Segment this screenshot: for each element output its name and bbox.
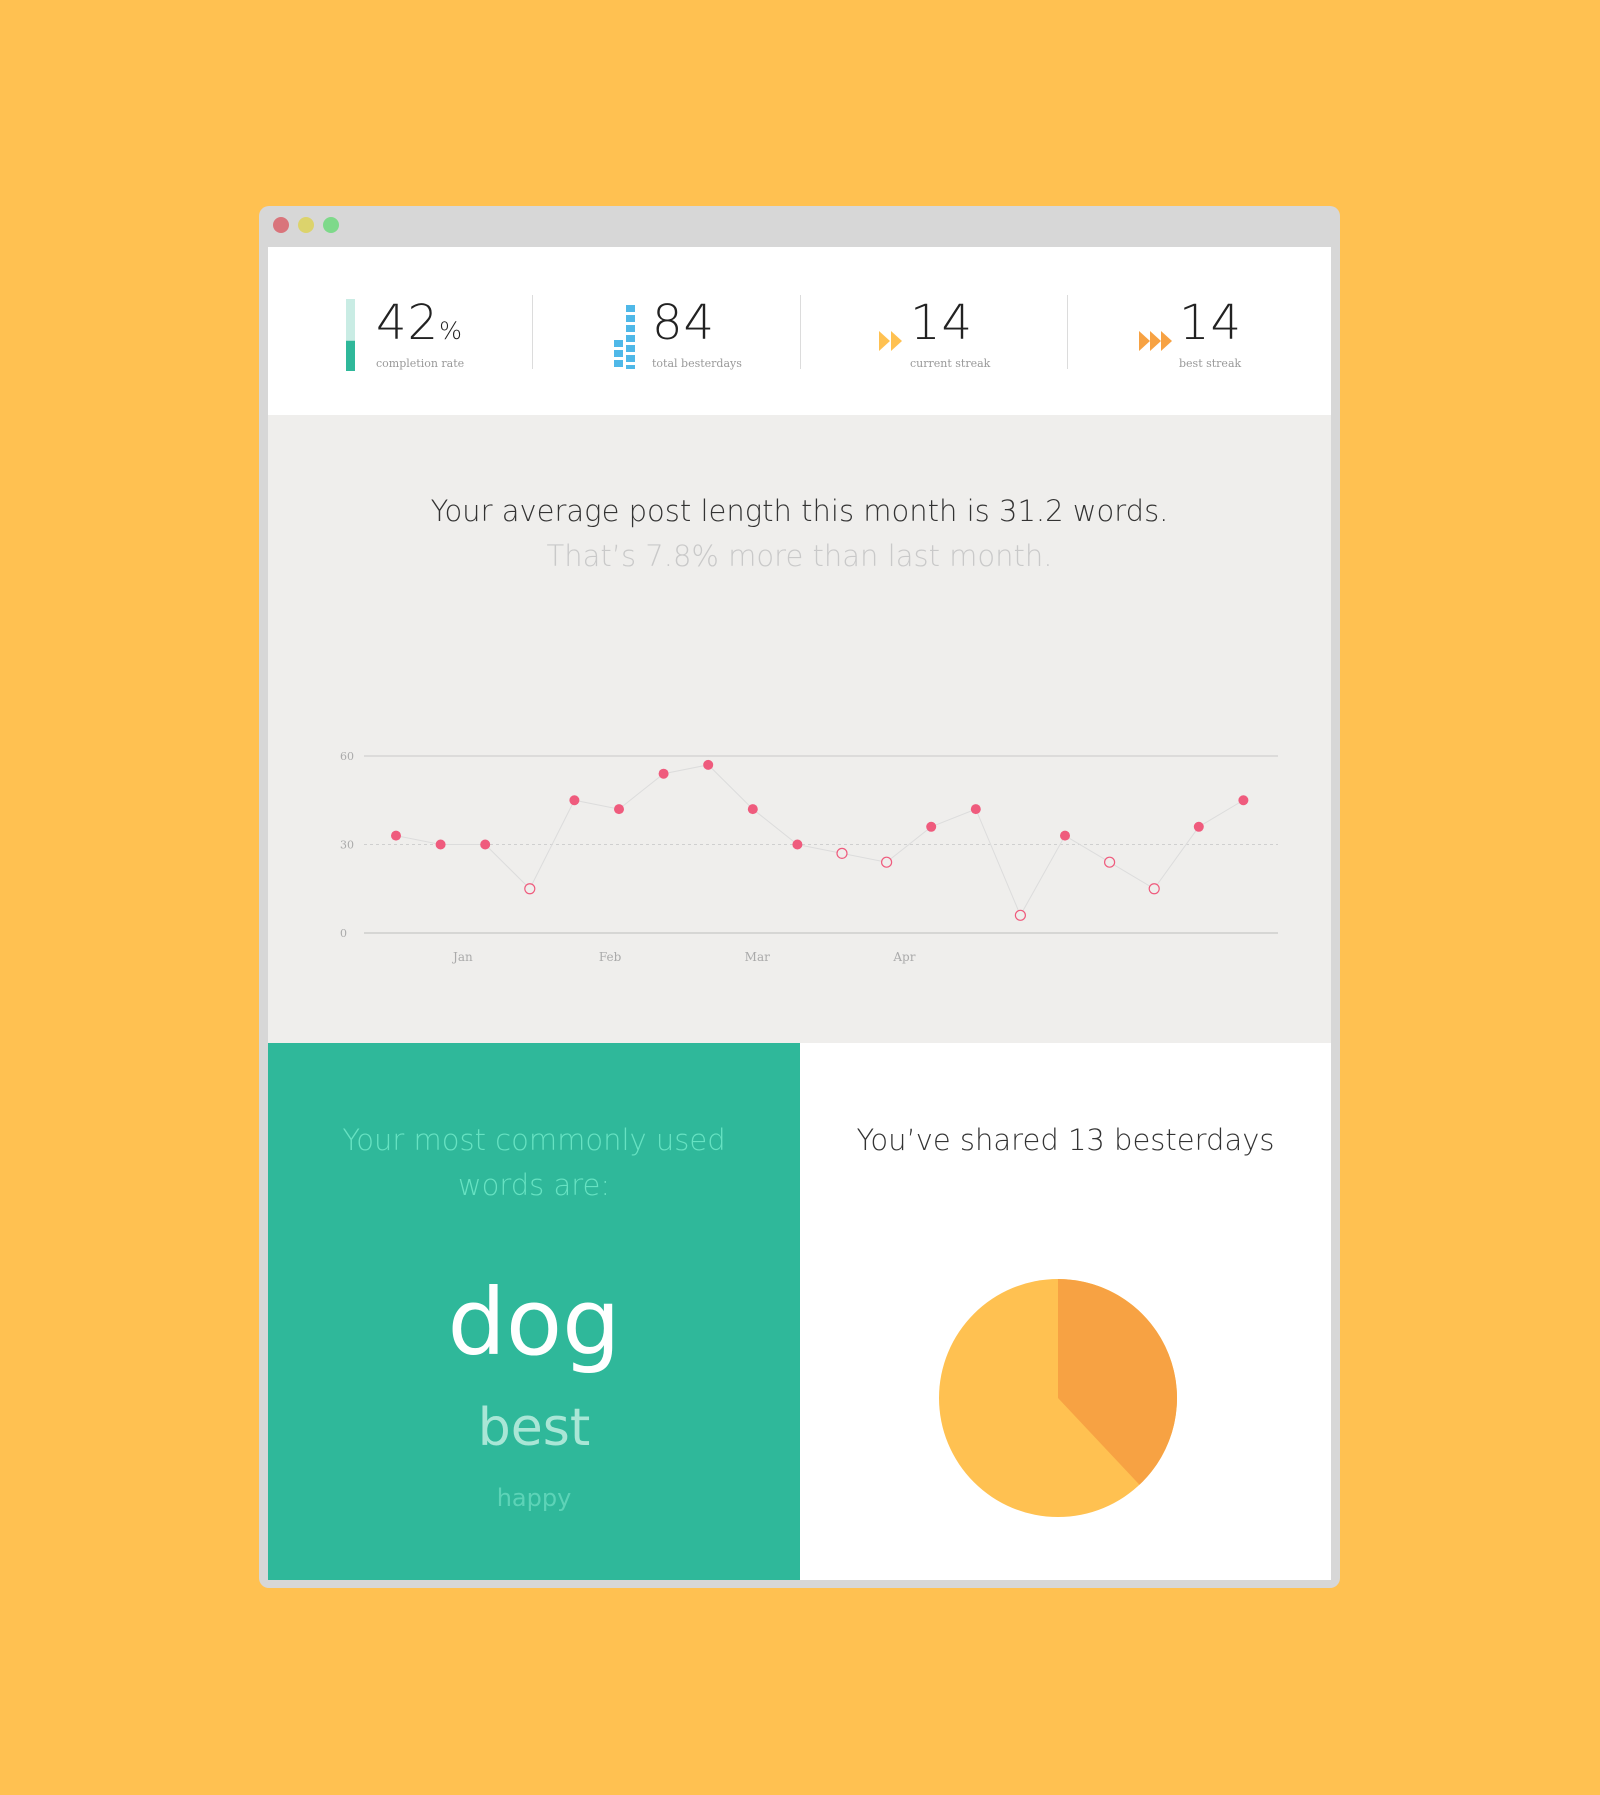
current-streak-value: 14 bbox=[910, 295, 974, 351]
best-streak-label: best streak bbox=[1179, 357, 1242, 370]
stacked-bars-icon bbox=[614, 305, 635, 369]
browser-window: 42% completion rate 84 total besterdays … bbox=[259, 206, 1340, 1588]
stat-divider bbox=[800, 295, 801, 369]
y-tick-label: 60 bbox=[340, 750, 354, 763]
percent-sign: % bbox=[439, 317, 463, 345]
data-point bbox=[658, 768, 669, 779]
data-point bbox=[569, 795, 580, 806]
data-point bbox=[970, 804, 981, 815]
stats-bar: 42% completion rate 84 total besterdays … bbox=[268, 247, 1331, 415]
series-line bbox=[395, 764, 1244, 917]
data-point-hollow bbox=[1148, 883, 1160, 895]
post-length-chart: 0 30 60 Jan Feb Mar Apr bbox=[340, 750, 1278, 964]
shared-pie-chart bbox=[939, 1279, 1177, 1517]
triple-forward-icon bbox=[1139, 331, 1172, 351]
data-point bbox=[792, 839, 803, 850]
total-value: 84 bbox=[652, 295, 716, 351]
top-word-3: happy bbox=[496, 1484, 572, 1512]
total-label: total besterdays bbox=[652, 357, 742, 370]
stat-divider bbox=[1067, 295, 1068, 369]
fast-forward-icon bbox=[879, 331, 902, 351]
data-point bbox=[435, 839, 446, 850]
data-point bbox=[926, 821, 937, 832]
maximize-window-button[interactable] bbox=[323, 217, 339, 233]
x-tick-label: Apr bbox=[892, 950, 915, 964]
data-point bbox=[614, 804, 624, 815]
y-tick-label: 0 bbox=[340, 927, 347, 940]
common-words-title: Your most commonly used words are: bbox=[342, 1123, 726, 1202]
post-length-section: Your average post length this month is 3… bbox=[268, 415, 1331, 1043]
data-point-hollow bbox=[1103, 856, 1116, 868]
best-streak-value: 14 bbox=[1179, 295, 1243, 351]
x-tick-label: Mar bbox=[745, 950, 770, 964]
data-point-hollow bbox=[524, 883, 536, 895]
minimize-window-button[interactable] bbox=[298, 217, 314, 233]
data-point bbox=[391, 830, 401, 841]
stat-divider bbox=[532, 295, 533, 369]
common-words-panel: Your most commonly used words are: dog b… bbox=[268, 1043, 800, 1580]
completion-bar-icon bbox=[346, 299, 355, 371]
data-point bbox=[1193, 821, 1204, 832]
close-window-button[interactable] bbox=[273, 217, 289, 233]
data-point-hollow bbox=[836, 847, 848, 859]
completion-label: completion rate bbox=[376, 357, 465, 370]
data-point-hollow bbox=[1014, 909, 1027, 921]
shared-besterdays-panel: You’ve shared 13 besterdays bbox=[800, 1043, 1331, 1580]
data-point bbox=[480, 839, 491, 850]
y-tick-label: 30 bbox=[340, 839, 354, 852]
x-tick-label: Jan bbox=[451, 950, 473, 964]
data-point bbox=[1060, 830, 1070, 841]
x-tick-label: Feb bbox=[599, 950, 622, 964]
data-point bbox=[703, 759, 714, 770]
top-word-2: best bbox=[477, 1398, 591, 1458]
data-point-hollow bbox=[880, 856, 893, 868]
current-streak-label: current streak bbox=[910, 357, 991, 370]
data-point bbox=[747, 804, 758, 815]
completion-value: 42% bbox=[376, 295, 463, 351]
top-word-1: dog bbox=[447, 1269, 621, 1376]
data-point bbox=[1238, 795, 1249, 806]
